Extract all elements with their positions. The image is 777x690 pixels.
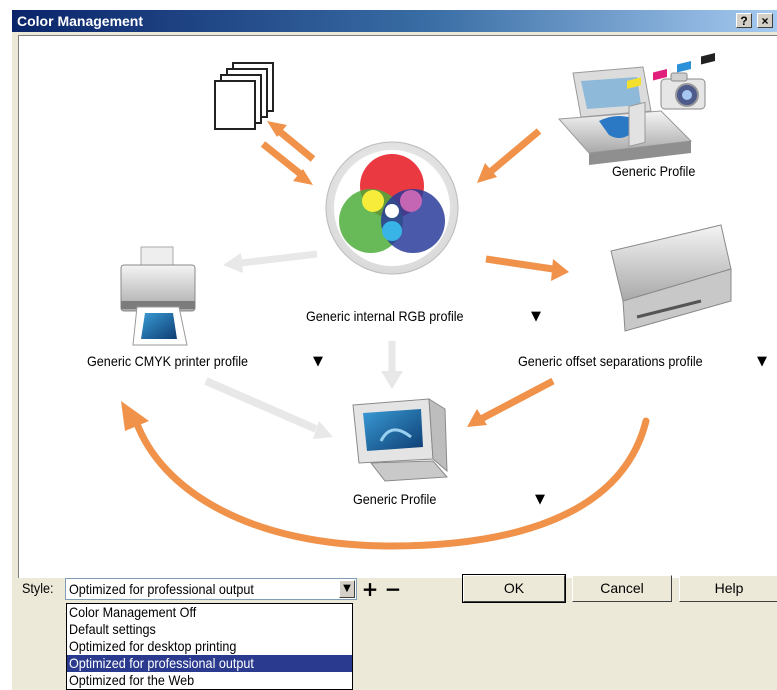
arrow-rgb-to-monitor-icon (381, 341, 403, 389)
desktop-printer-icon (120, 246, 196, 346)
monitor-profile-label[interactable]: Generic Profile (353, 491, 436, 507)
screen: Color Management ? × Generic internal RG… (0, 0, 777, 690)
cancel-button[interactable]: Cancel (572, 575, 672, 602)
arrow-rgb-to-offset-icon (485, 255, 569, 281)
style-select-value: Optimized for professional output (69, 581, 254, 597)
arrow-rgb-to-cmyk-icon (223, 250, 318, 273)
style-option[interactable]: Color Management Off (67, 604, 352, 621)
diagram-layer: Generic internal RGB profile ▼ Generic P… (19, 36, 777, 578)
style-label: Style: (22, 580, 54, 596)
rgb-color-wheel-icon (325, 141, 459, 275)
color-management-dialog: Color Management ? × Generic internal RG… (12, 10, 777, 690)
color-workflow-diagram: Generic internal RGB profile ▼ Generic P… (18, 35, 777, 578)
arrow-cmyk-to-monitor-icon (204, 377, 333, 439)
style-option-selected[interactable]: Optimized for professional output (67, 655, 352, 672)
chevron-down-icon[interactable]: ▼ (339, 580, 355, 598)
style-select[interactable]: Optimized for professional output ▼ (65, 578, 357, 600)
internal-rgb-profile-label[interactable]: Generic internal RGB profile (306, 308, 464, 324)
cmyk-printer-profile-label[interactable]: Generic CMYK printer profile (87, 353, 248, 369)
style-option[interactable]: Default settings (67, 621, 352, 638)
ok-button[interactable]: OK (462, 574, 566, 603)
scanner-profile-label[interactable]: Generic Profile (612, 163, 695, 179)
internal-rgb-profile-dropdown-icon[interactable]: ▼ (531, 310, 541, 324)
style-option[interactable]: Optimized for the Web (67, 672, 352, 689)
window-title: Color Management (17, 13, 144, 29)
monitor-icon (352, 398, 449, 482)
offset-separations-profile-dropdown-icon[interactable]: ▼ (757, 355, 767, 369)
monitor-profile-dropdown-icon[interactable]: ▼ (535, 493, 545, 507)
add-style-button[interactable]: + (361, 579, 379, 600)
close-button[interactable]: × (757, 13, 773, 28)
cmyk-printer-profile-dropdown-icon[interactable]: ▼ (313, 355, 323, 369)
title-bar[interactable]: Color Management ? × (12, 10, 777, 32)
arrow-scanner-to-rgb-icon (477, 128, 542, 183)
offset-separations-profile-label[interactable]: Generic offset separations profile (518, 353, 703, 369)
arrow-offset-to-monitor-icon (467, 377, 555, 427)
help-button[interactable]: Help (679, 575, 777, 602)
remove-style-button[interactable]: − (384, 579, 402, 600)
context-help-button[interactable]: ? (736, 13, 752, 28)
style-dropdown-list[interactable]: Color Management Off Default settings Op… (66, 603, 353, 690)
style-option[interactable]: Optimized for desktop printing (67, 638, 352, 655)
document-stack-icon (214, 62, 274, 130)
